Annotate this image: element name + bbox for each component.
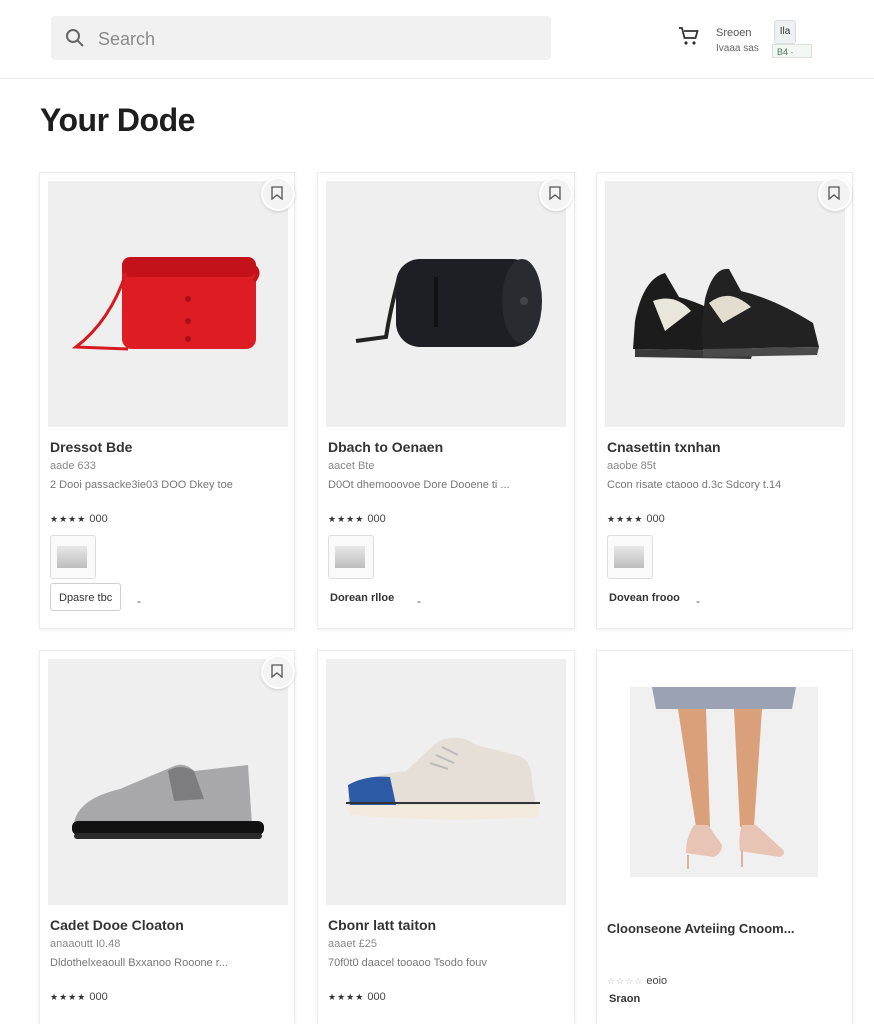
product-image[interactable]: [605, 181, 845, 427]
bookmark-icon: [271, 664, 283, 678]
product-title[interactable]: Dbach to Oenaen: [328, 439, 443, 455]
star-rating-icon: ★★★★: [328, 992, 365, 1002]
product-description: 70f0t0 daacel tooaoo Tsodo fouv: [328, 957, 487, 969]
rating-count: 000: [89, 513, 108, 525]
product-description: D0Ot dhemooovoe Dore Dooene ti ...: [328, 479, 510, 491]
product-description: Ccon risate ctaooo d.3c Sdcory t.14: [607, 479, 782, 491]
red-bag-image: [71, 257, 260, 351]
white-sneaker-image: [346, 737, 540, 820]
bookmark-icon: [549, 186, 561, 200]
product-subtitle: aacet Bte: [328, 460, 375, 472]
product-rating: ★★★★ 000: [328, 513, 386, 525]
product-card[interactable]: Cloonseone Avteiing Cnoom... ☆☆☆☆ eoio S…: [596, 650, 853, 1024]
bookmark-icon: [828, 186, 840, 200]
page-title: Your Dode: [40, 102, 195, 138]
silver-loafer-image: [72, 764, 264, 839]
wishlist-button[interactable]: [818, 177, 852, 211]
product-subtitle: aaobe 85t: [607, 460, 656, 472]
black-bag-image: [355, 259, 542, 347]
product-rating: ★★★★ 000: [50, 991, 108, 1003]
top-bar: Search Sreoen Ivaaa sas Ila B4 ·: [0, 0, 874, 79]
product-title[interactable]: Cloonseone Avteiing Cnoom...: [607, 921, 795, 936]
product-image[interactable]: [48, 181, 288, 427]
product-card[interactable]: Cadet Dooe Cloaton anaaoutt I0.48 Dldoth…: [39, 650, 295, 1024]
product-subtitle: aaaet £25: [328, 938, 377, 950]
variant-select-button[interactable]: Sraon: [609, 993, 640, 1005]
star-rating-icon: ★★★★: [50, 992, 87, 1002]
avatar[interactable]: Ila: [774, 20, 796, 44]
rating-count: 000: [646, 513, 665, 525]
search-input[interactable]: Search: [98, 29, 155, 50]
wishlist-button[interactable]: [261, 655, 295, 689]
product-title[interactable]: Cnasettin txnhan: [607, 439, 721, 455]
product-title[interactable]: Cadet Dooe Cloaton: [50, 917, 184, 933]
variant-thumbnail[interactable]: [328, 535, 374, 579]
product-card[interactable]: Cnasettin txnhan aaobe 85t Ccon risate c…: [596, 172, 853, 629]
product-rating: ★★★★ 000: [607, 513, 665, 525]
wishlist-button[interactable]: [539, 177, 573, 211]
product-description: 2 Dooi passacke3ie03 DOO Dkey toe: [50, 479, 233, 491]
star-rating-icon: ★★★★: [607, 514, 644, 524]
product-rating: ★★★★ 000: [50, 513, 108, 525]
star-rating-icon: ★★★★: [50, 514, 87, 524]
rating-count: 000: [367, 513, 386, 525]
variant-select-button[interactable]: Dovean frooo: [609, 592, 680, 604]
variant-thumbnail[interactable]: [607, 535, 653, 579]
product-image[interactable]: [630, 687, 818, 877]
variant-thumbnail[interactable]: [50, 535, 96, 579]
account-detail: Ivaaa sas: [716, 43, 759, 54]
product-image[interactable]: [326, 659, 566, 905]
product-image[interactable]: [326, 181, 566, 427]
product-subtitle: anaaoutt I0.48: [50, 938, 121, 950]
more-options-icon[interactable]: -: [137, 594, 141, 608]
product-title[interactable]: Cbonr latt taiton: [328, 917, 436, 933]
star-rating-icon: ☆☆☆☆: [607, 976, 644, 986]
rating-count: 000: [367, 991, 386, 1003]
account-menu[interactable]: Sreoen Ivaaa sas: [716, 23, 759, 59]
black-sneakers-image: [633, 268, 819, 359]
variant-select-button[interactable]: Dpasre tbc: [50, 583, 122, 611]
product-title[interactable]: Dressot Bde: [50, 439, 132, 455]
product-card[interactable]: Dbach to Oenaen aacet Bte D0Ot dhemooovo…: [317, 172, 575, 629]
product-card[interactable]: Dressot Bde aade 633 2 Dooi passacke3ie0…: [39, 172, 295, 629]
product-rating: ★★★★ 000: [328, 991, 386, 1003]
product-image[interactable]: [48, 659, 288, 905]
product-rating: ☆☆☆☆ eoio: [607, 975, 667, 987]
product-card[interactable]: Cbonr latt taiton aaaet £25 70f0t0 daace…: [317, 650, 575, 1024]
bookmark-icon: [271, 186, 283, 200]
product-subtitle: aade 633: [50, 460, 96, 472]
star-rating-icon: ★★★★: [328, 514, 365, 524]
variant-select-button[interactable]: Dorean rlloe: [330, 592, 394, 604]
cart-icon[interactable]: [677, 24, 701, 48]
more-options-icon[interactable]: -: [696, 594, 700, 608]
more-options-icon[interactable]: -: [417, 594, 421, 608]
heels-image: [652, 687, 796, 869]
search-icon: [66, 29, 84, 47]
rating-count: 000: [89, 991, 108, 1003]
wishlist-button[interactable]: [261, 177, 295, 211]
status-badge: B4 ·: [772, 44, 812, 58]
rating-count: eoio: [646, 975, 668, 987]
product-description: Dldothelxeaoull Bxxanoo Rooone r...: [50, 957, 228, 969]
search-bar[interactable]: Search: [51, 16, 551, 60]
